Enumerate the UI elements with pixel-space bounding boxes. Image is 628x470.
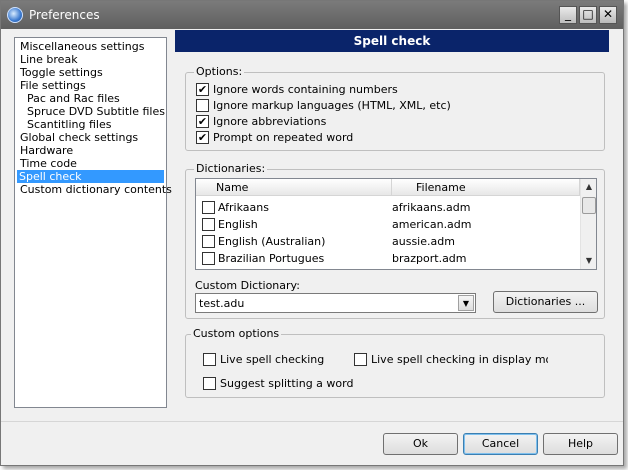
dictionary-filename: aussie.adm	[392, 235, 455, 248]
dictionary-name: English	[218, 218, 258, 231]
checkbox-ignore-markup[interactable]	[196, 99, 209, 112]
window-title: Preferences	[29, 8, 100, 22]
option-ignore-abbreviations[interactable]: ✔ Ignore abbreviations	[196, 115, 576, 129]
nav-item-file-settings[interactable]: File settings	[18, 79, 88, 92]
dictionaries-list[interactable]: Name Filename Afrikaans afrikaans.adm En…	[195, 178, 597, 270]
dictionary-name: Afrikaans	[218, 201, 269, 214]
list-item[interactable]: Afrikaans afrikaans.adm	[196, 199, 580, 216]
chevron-down-icon[interactable]: ▼	[458, 295, 474, 311]
nav-item-spell-check[interactable]: Spell check	[17, 170, 164, 183]
label-live-spell-display: Live spell checking in display mode	[371, 353, 548, 366]
dictionaries-list-header: Name Filename	[196, 179, 580, 196]
checkbox-live-spell-display[interactable]	[354, 353, 367, 366]
minimize-button[interactable]: _	[559, 6, 577, 24]
close-button[interactable]: ✕	[599, 6, 617, 24]
dictionary-filename: brazport.adm	[392, 252, 467, 265]
maximize-button[interactable]: □	[579, 6, 597, 24]
dictionary-checkbox[interactable]	[202, 218, 215, 231]
option-ignore-markup[interactable]: Ignore markup languages (HTML, XML, etc)	[196, 99, 576, 113]
footer-separator	[1, 421, 623, 422]
dictionary-checkbox[interactable]	[202, 235, 215, 248]
scroll-up-icon[interactable]: ▲	[581, 179, 596, 195]
option-suggest-split[interactable]: Suggest splitting a word	[203, 377, 403, 391]
nav-item-hardware[interactable]: Hardware	[18, 144, 75, 157]
custom-dictionary-combo[interactable]: test.adu ▼	[195, 293, 476, 313]
column-name[interactable]: Name	[196, 179, 392, 196]
list-item[interactable]: Brazilian Portugues brazport.adm	[196, 250, 580, 267]
checkbox-ignore-numbers[interactable]: ✔	[196, 83, 209, 96]
nav-item-global-check[interactable]: Global check settings	[18, 131, 140, 144]
dictionary-checkbox[interactable]	[202, 201, 215, 214]
custom-dictionary-label: Custom Dictionary:	[195, 279, 300, 292]
checkbox-repeated-word[interactable]: ✔	[196, 131, 209, 144]
dictionary-filename: afrikaans.adm	[392, 201, 471, 214]
option-live-spell-display[interactable]: Live spell checking in display mode	[354, 353, 548, 367]
dictionaries-button[interactable]: Dictionaries ...	[493, 291, 598, 313]
title-bar[interactable]: Preferences _ □ ✕	[1, 1, 623, 29]
preferences-window: Preferences _ □ ✕ Miscellaneous settings…	[0, 0, 624, 466]
app-icon	[7, 7, 23, 23]
custom-dictionary-value: test.adu	[199, 297, 245, 310]
scroll-thumb[interactable]	[582, 197, 596, 214]
dictionary-checkbox[interactable]	[202, 252, 215, 265]
nav-item-scantitling[interactable]: Scantitling files	[25, 118, 113, 131]
settings-nav-list[interactable]: Miscellaneous settings Line break Toggle…	[14, 37, 172, 408]
cancel-button[interactable]: Cancel	[463, 433, 538, 455]
nav-item-toggle-settings[interactable]: Toggle settings	[18, 66, 105, 79]
dictionaries-group-label: Dictionaries:	[194, 162, 268, 175]
nav-item-spruce-dvd[interactable]: Spruce DVD Subtitle files	[25, 105, 167, 118]
nav-item-line-break[interactable]: Line break	[18, 53, 80, 66]
custom-options-group-label: Custom options	[191, 327, 282, 340]
nav-item-custom-dictionary[interactable]: Custom dictionary contents	[18, 183, 174, 196]
scroll-down-icon[interactable]: ▼	[581, 253, 596, 269]
options-group-label: Options:	[194, 65, 245, 78]
option-ignore-numbers[interactable]: ✔ Ignore words containing numbers	[196, 83, 576, 97]
label-suggest-split: Suggest splitting a word	[220, 377, 354, 390]
label-ignore-abbreviations: Ignore abbreviations	[213, 115, 327, 128]
checkbox-ignore-abbreviations[interactable]: ✔	[196, 115, 209, 128]
label-ignore-markup: Ignore markup languages (HTML, XML, etc)	[213, 99, 451, 112]
label-ignore-numbers: Ignore words containing numbers	[213, 83, 398, 96]
dictionary-name: English (Australian)	[218, 235, 326, 248]
nav-item-time-code[interactable]: Time code	[18, 157, 79, 170]
checkbox-suggest-split[interactable]	[203, 377, 216, 390]
help-button[interactable]: Help	[543, 433, 618, 455]
nav-item-miscellaneous[interactable]: Miscellaneous settings	[18, 40, 146, 53]
dictionary-name: Brazilian Portugues	[218, 252, 325, 265]
label-repeated-word: Prompt on repeated word	[213, 131, 354, 144]
list-item[interactable]: English (Australian) aussie.adm	[196, 233, 580, 250]
dictionary-filename: american.adm	[392, 218, 472, 231]
option-repeated-word[interactable]: ✔ Prompt on repeated word	[196, 131, 576, 145]
checkbox-live-spell[interactable]	[203, 353, 216, 366]
nav-item-pac-rac[interactable]: Pac and Rac files	[25, 92, 122, 105]
panel-header: Spell check	[175, 30, 609, 52]
label-live-spell: Live spell checking	[220, 353, 325, 366]
column-filename[interactable]: Filename	[392, 179, 580, 196]
list-item[interactable]: English american.adm	[196, 216, 580, 233]
ok-button[interactable]: Ok	[383, 433, 458, 455]
dictionaries-scrollbar[interactable]: ▲ ▼	[580, 179, 596, 269]
option-live-spell[interactable]: Live spell checking	[203, 353, 343, 367]
